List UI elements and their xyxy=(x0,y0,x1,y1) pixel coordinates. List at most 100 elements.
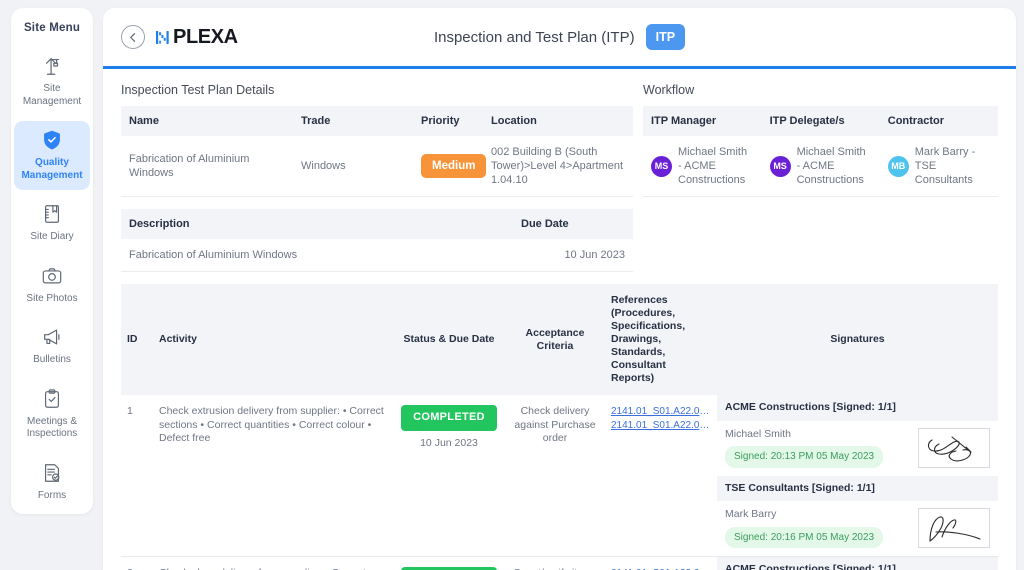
signature-scribble-b[interactable] xyxy=(918,508,990,548)
col-acceptance-criteria: Acceptance Criteria xyxy=(505,284,605,395)
table-row: Fabrication of Aluminium Windows 10 Jun … xyxy=(121,239,633,272)
cell-activity: Check glass delivery from supplier: • Co… xyxy=(153,556,393,570)
priority-badge: Medium xyxy=(421,154,487,178)
sidebar-item-meetings-inspections[interactable]: Meetings & Inspections xyxy=(14,380,90,449)
col-contractor: Contractor xyxy=(879,106,998,136)
content-area: Inspection Test Plan Details Name Trade … xyxy=(103,69,1016,272)
sidebar-item-site-diary[interactable]: Site Diary xyxy=(14,195,90,252)
details-table: Name Trade Priority Location Fabrication… xyxy=(121,106,633,197)
details-section-title: Inspection Test Plan Details xyxy=(121,83,275,97)
plexa-logo[interactable]: PLEXA xyxy=(155,27,238,47)
sidebar-item-label: Site Management xyxy=(22,83,82,107)
signatory-name: Mark Barry xyxy=(725,508,777,520)
col-priority: Priority xyxy=(413,106,483,136)
cell-name: Fabrication of Aluminium Windows xyxy=(121,136,293,197)
col-due-date: Due Date xyxy=(513,209,633,239)
reference-link[interactable]: 2141.01_S01.A22.04_... xyxy=(611,405,711,419)
activities-body: 1 Check extrusion delivery from supplier:… xyxy=(121,395,998,570)
crane-icon xyxy=(41,54,63,78)
cell-activity: Check extrusion delivery from supplier: … xyxy=(153,395,393,557)
workflow-person-name: Michael Smith - ACME Constructions xyxy=(796,146,866,186)
signature-group-header: TSE Consultants [Signed: 1/1] xyxy=(717,475,998,501)
col-trade: Trade xyxy=(293,106,413,136)
sidebar-item-label: Meetings & Inspections xyxy=(26,415,78,440)
activities-section: ID Activity Status & Due Date Acceptance… xyxy=(103,284,1016,570)
cell-id: 2 xyxy=(121,556,153,570)
cell-signatures: ACME Constructions [Signed: 1/1]Michael … xyxy=(717,395,998,557)
table-row: 1 Check extrusion delivery from supplier:… xyxy=(121,395,998,557)
top-bar-center: Inspection and Test Plan (ITP) ITP xyxy=(103,24,1016,50)
main-panel: PLEXA Inspection and Test Plan (ITP) ITP… xyxy=(103,8,1016,570)
col-id: ID xyxy=(121,284,153,395)
workflow-person-cell: MB Mark Barry - TSE Consultants xyxy=(879,136,998,197)
cell-acceptance-criteria: Check delivery against Purchase order xyxy=(505,395,605,557)
cell-due-date: 10 Jun 2023 xyxy=(513,239,633,272)
sidebar-item-label: Bulletins xyxy=(33,354,71,365)
table-row: Fabrication of Aluminium Windows Windows… xyxy=(121,136,633,197)
sidebar-item-bulletins[interactable]: Bulletins xyxy=(14,318,90,375)
camera-icon xyxy=(41,264,63,288)
form-check-icon xyxy=(41,461,63,485)
sidebar-item-quality-management[interactable]: Quality Management xyxy=(14,121,90,190)
page-title: Inspection and Test Plan (ITP) xyxy=(433,28,635,46)
cell-status: COMPLETED10 Jun 2023 xyxy=(393,556,505,570)
sidebar-item-site-management[interactable]: Site Management xyxy=(14,47,90,116)
signature-row: Michael Smith Signed: 20:13 PM 05 May 202… xyxy=(717,421,998,476)
signature-timestamp: Signed: 20:16 PM 05 May 2023 xyxy=(725,526,884,548)
sidebar-item-site-photos[interactable]: Site Photos xyxy=(14,257,90,314)
workflow-person-name: Mark Barry - TSE Consultants xyxy=(914,146,976,186)
cell-priority: Medium xyxy=(413,136,487,197)
status-due-date: 10 Jun 2023 xyxy=(420,436,478,449)
app-root: Site Menu Site Management Quality Managem… xyxy=(0,0,1024,570)
top-bar: PLEXA Inspection and Test Plan (ITP) ITP xyxy=(103,8,1016,66)
table-row: 2Check glass delivery from supplier: • C… xyxy=(121,556,998,570)
signature-row: Mark Barry Signed: 20:16 PM 05 May 2023 xyxy=(717,501,998,556)
sidebar: Site Menu Site Management Quality Managem… xyxy=(0,0,100,570)
details-header-row: Name Trade Priority Location xyxy=(121,106,633,136)
sidebar-item-label: Forms xyxy=(37,489,67,501)
table-row: MS Michael Smith - ACME Constructions MS Mi… xyxy=(643,136,998,197)
col-signatures: Signatures xyxy=(717,284,998,395)
reference-link[interactable]: 2141.01_S01.A22.04_... xyxy=(611,419,711,433)
cell-id: 1 xyxy=(121,395,153,557)
avatar: MS xyxy=(651,155,672,177)
back-arrow-icon[interactable] xyxy=(121,25,145,49)
plexa-logo-mark xyxy=(155,29,172,46)
col-description: Description xyxy=(121,209,513,239)
signature-scribble-a[interactable] xyxy=(918,427,990,468)
workflow-person-cell: MS Michael Smith - ACME Constructions xyxy=(761,136,880,197)
workflow-column: Workflow ITP Manager ITP Delegate/s Cont… xyxy=(633,69,1016,272)
cell-references: 2141.01_S01.A22.03_... xyxy=(605,556,717,570)
sidebar-item-forms[interactable]: Forms xyxy=(14,454,90,511)
clipboard-check-icon xyxy=(41,387,63,411)
signature-group-header: ACME Constructions [Signed: 1/1] xyxy=(717,395,998,421)
avatar: MS xyxy=(769,155,791,177)
col-name: Name xyxy=(121,106,293,136)
notebook-icon xyxy=(41,202,63,226)
cell-acceptance-criteria: Count/verify items delivered xyxy=(505,556,605,570)
workflow-person-cell: MS Michael Smith - ACME Constructions xyxy=(643,136,762,197)
workflow-person-name: Michael Smith - ACME Constructions xyxy=(678,146,748,186)
description-header-row: Description Due Date xyxy=(121,209,633,239)
cell-description: Fabrication of Aluminium Windows xyxy=(121,239,513,272)
cell-signatures: ACME Constructions [Signed: 1/1]Michael … xyxy=(717,556,998,570)
cell-status: COMPLETED10 Jun 2023 xyxy=(393,395,505,557)
shield-check-icon xyxy=(41,128,63,152)
sidebar-card: Site Menu Site Management Quality Managem… xyxy=(11,8,93,514)
col-activity: Activity xyxy=(153,284,393,395)
col-references: References (Procedures, Specifications, … xyxy=(605,284,717,395)
megaphone-icon xyxy=(41,325,63,349)
details-column: Inspection Test Plan Details Name Trade … xyxy=(103,69,633,272)
workflow-section-title: Workflow xyxy=(643,83,695,97)
signature-timestamp: Signed: 20:13 PM 05 May 2023 xyxy=(725,446,884,468)
col-itp-delegates: ITP Delegate/s xyxy=(761,106,880,136)
col-location: Location xyxy=(483,106,633,136)
sidebar-item-label: Quality Management xyxy=(21,157,83,181)
col-itp-manager: ITP Manager xyxy=(643,106,762,136)
workflow-table: ITP Manager ITP Delegate/s Contractor MS… xyxy=(643,106,998,197)
itp-badge[interactable]: ITP xyxy=(645,24,686,50)
sidebar-nav: Site Management Quality Management Site Di… xyxy=(14,47,90,515)
signature-group-header: ACME Constructions [Signed: 1/1] xyxy=(717,557,998,570)
cell-references: 2141.01_S01.A22.04_... 2141.01_S01.A22.04… xyxy=(605,395,717,557)
avatar: MB xyxy=(887,155,909,177)
